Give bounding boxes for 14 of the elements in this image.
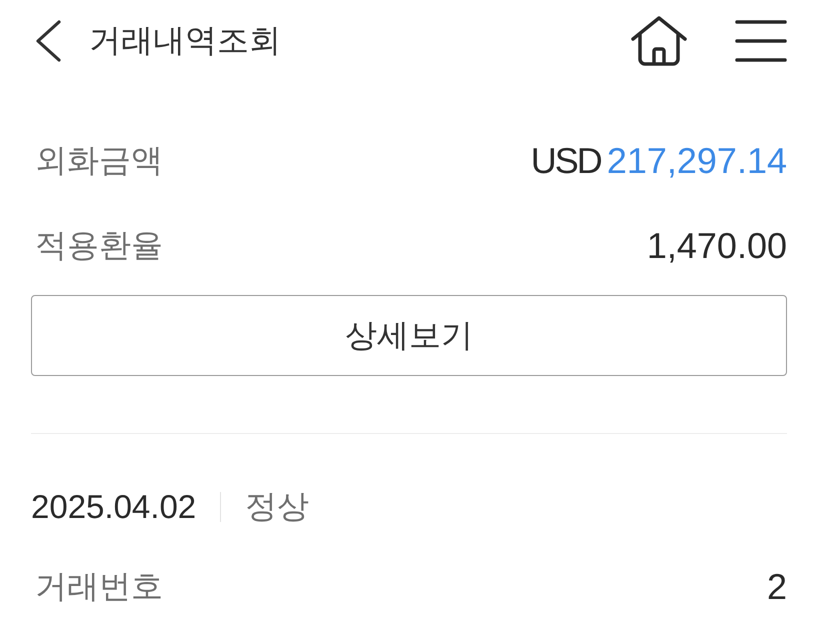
field-label: 적용환율: [35, 226, 163, 264]
currency-code: USD: [530, 140, 601, 182]
page-title: 거래내역조회: [89, 21, 281, 60]
back-icon[interactable]: [34, 20, 62, 62]
field-value: 2: [766, 566, 787, 608]
field-value: 217,297.14: [606, 140, 787, 182]
field-label: 거래번호: [35, 567, 163, 606]
menu-icon[interactable]: [735, 19, 787, 63]
transaction-date: 2025.04.02: [31, 488, 196, 526]
transaction-status: 정상: [245, 487, 310, 526]
field-value: 1,470.00: [646, 224, 787, 266]
detail-button[interactable]: 상세보기: [31, 295, 787, 376]
home-icon[interactable]: [630, 15, 688, 67]
field-label: 외화금액: [35, 140, 163, 180]
